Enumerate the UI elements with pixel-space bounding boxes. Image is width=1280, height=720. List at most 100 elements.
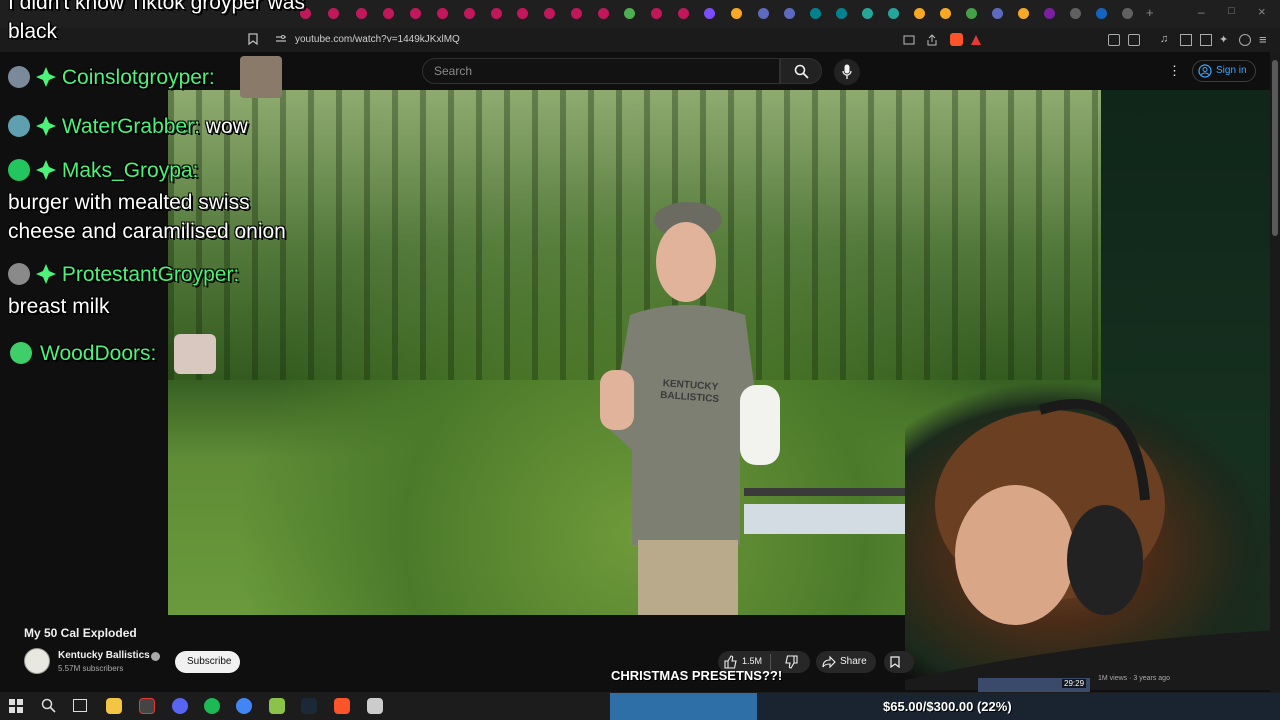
sub-badge-icon <box>36 116 56 136</box>
chat-text: burger with mealted swiss cheese and car… <box>8 191 286 243</box>
tab-favicon-icon[interactable] <box>464 8 475 19</box>
start-menu-icon[interactable] <box>9 699 23 713</box>
menu-icon[interactable]: ≡ <box>1259 32 1267 47</box>
subscriber-count: 5.57M subscribers <box>58 664 124 673</box>
tab-favicon-icon[interactable] <box>810 8 821 19</box>
tab-favicon-icon[interactable] <box>1070 8 1081 19</box>
chat-text: breast milk <box>8 295 110 318</box>
brave-icon[interactable] <box>334 698 350 714</box>
chat-emote <box>240 56 282 98</box>
channel-name[interactable]: Kentucky Ballistics <box>58 650 150 661</box>
like-icon[interactable] <box>724 655 738 669</box>
minimize-icon[interactable]: – <box>1198 5 1205 19</box>
tab-favicon-icon[interactable] <box>940 8 951 19</box>
tab-favicon-icon[interactable] <box>491 8 502 19</box>
new-tab-icon[interactable]: + <box>1146 5 1154 20</box>
sign-in-label: Sign in <box>1216 65 1247 76</box>
tab-favicon-icon[interactable] <box>383 8 394 19</box>
dislike-icon[interactable] <box>784 655 798 669</box>
tab-favicon-icon[interactable] <box>598 8 609 19</box>
sidebar-toggle-icon[interactable] <box>1180 34 1192 46</box>
file-explorer-icon[interactable] <box>106 698 122 714</box>
channel-avatar[interactable] <box>24 648 50 674</box>
maximize-icon[interactable]: □ <box>1228 5 1235 17</box>
chat-username: WaterGrabber: <box>61 115 200 138</box>
tab-favicon-icon[interactable] <box>1122 8 1133 19</box>
tab-favicon-icon[interactable] <box>731 8 742 19</box>
app-icon[interactable] <box>367 698 383 714</box>
share-label: Share <box>840 656 867 667</box>
chat-avatar <box>8 263 30 285</box>
wallet-icon[interactable] <box>1200 34 1212 46</box>
obs-icon[interactable] <box>139 698 155 714</box>
share-page-icon[interactable] <box>926 34 938 46</box>
chat-username: Maks_Groypa: <box>61 159 199 182</box>
url-text[interactable]: youtube.com/watch?v=1449kJKxlMQ <box>295 34 460 45</box>
tab-favicon-icon[interactable] <box>862 8 873 19</box>
chrome-icon[interactable] <box>236 698 252 714</box>
tab-favicon-icon[interactable] <box>1018 8 1029 19</box>
screenshot-icon[interactable] <box>903 34 915 46</box>
tab-favicon-icon[interactable] <box>966 8 977 19</box>
chat-username: Coinslotgroyper: <box>61 66 215 89</box>
extensions-icon[interactable] <box>1108 34 1120 46</box>
subscribe-label: Subscribe <box>187 656 232 667</box>
brave-rewards-icon[interactable] <box>970 34 982 46</box>
tab-favicon-icon[interactable] <box>571 8 582 19</box>
tab-favicon-icon[interactable] <box>888 8 899 19</box>
brave-shield-icon[interactable] <box>950 33 963 46</box>
tab-favicon-icon[interactable] <box>624 8 635 19</box>
close-window-icon[interactable]: × <box>1258 4 1266 19</box>
search-input[interactable] <box>422 58 780 84</box>
tab-favicon-icon[interactable] <box>1044 8 1055 19</box>
chat-text: wow <box>205 115 248 138</box>
related-video-meta: 1M views · 3 years ago <box>1098 675 1170 682</box>
chat-avatar <box>8 159 30 181</box>
tab-favicon-icon[interactable] <box>328 8 339 19</box>
tab-favicon-icon[interactable] <box>544 8 555 19</box>
more-options-icon[interactable]: ⋮ <box>1168 64 1181 78</box>
vpn-icon[interactable] <box>1239 34 1251 46</box>
tab-favicon-icon[interactable] <box>1096 8 1107 19</box>
sub-badge-icon <box>36 160 56 180</box>
tab-favicon-icon[interactable] <box>992 8 1003 19</box>
search-button[interactable] <box>780 58 822 84</box>
tab-favicon-icon[interactable] <box>784 8 795 19</box>
search-icon <box>794 64 809 79</box>
task-view-icon[interactable] <box>73 699 87 712</box>
save-button[interactable] <box>884 651 914 673</box>
chat-top-line2: black <box>8 20 58 43</box>
chat-avatar <box>8 66 30 88</box>
chat-message: ProtestantGroyper: <box>36 260 239 289</box>
app-icon[interactable] <box>269 698 285 714</box>
chat-message: WaterGrabber: wow <box>36 112 248 141</box>
tab-favicon-icon[interactable] <box>356 8 367 19</box>
tab-favicon-icon[interactable] <box>437 8 448 19</box>
microphone-icon <box>842 64 852 80</box>
tab-favicon-icon[interactable] <box>914 8 925 19</box>
tab-favicon-icon[interactable] <box>758 8 769 19</box>
chat-message: Coinslotgroyper: <box>36 63 215 92</box>
tab-favicon-icon[interactable] <box>678 8 689 19</box>
chat-username: ProtestantGroyper: <box>61 263 240 286</box>
spotify-icon[interactable] <box>204 698 220 714</box>
tab-favicon-icon[interactable] <box>651 8 662 19</box>
save-icon <box>890 656 900 668</box>
stream-ticker-text: CHRISTMAS PRESETNS??! <box>611 668 783 683</box>
account-icon <box>1198 64 1212 78</box>
donation-goal-fill <box>610 693 757 720</box>
steam-icon[interactable] <box>301 698 317 714</box>
discord-icon[interactable] <box>172 698 188 714</box>
scrollbar-thumb[interactable] <box>1272 60 1278 236</box>
media-controls-icon[interactable]: ♫ <box>1160 33 1168 45</box>
sub-badge-icon <box>36 264 56 284</box>
verified-icon <box>151 652 160 661</box>
extension-icon[interactable] <box>1128 34 1140 46</box>
tab-favicon-icon[interactable] <box>410 8 421 19</box>
tab-favicon-icon[interactable] <box>836 8 847 19</box>
tab-favicon-icon[interactable] <box>517 8 528 19</box>
taskbar-search-icon[interactable] <box>41 698 56 713</box>
voice-search-button[interactable] <box>834 59 860 85</box>
leo-ai-icon[interactable]: ✦ <box>1219 33 1228 46</box>
tab-favicon-icon[interactable] <box>704 8 715 19</box>
